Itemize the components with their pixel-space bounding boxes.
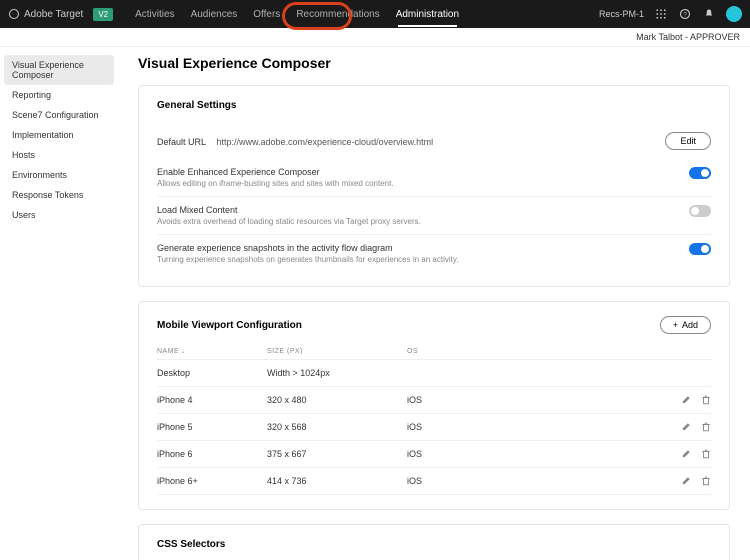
setting-label: Enable Enhanced Experience Composer: [157, 167, 679, 177]
viewport-os: iOS: [407, 395, 507, 405]
setting-toggle[interactable]: [689, 243, 711, 255]
setting-sub: Allows editing on iframe-busting sites a…: [157, 179, 679, 188]
delete-icon[interactable]: [701, 395, 711, 405]
viewport-size: 375 x 667: [267, 449, 407, 459]
setting-toggle[interactable]: [689, 205, 711, 217]
setting-row: Generate experience snapshots in the act…: [157, 234, 711, 272]
viewport-os: iOS: [407, 422, 507, 432]
workspace-label[interactable]: Recs-PM-1: [599, 9, 644, 19]
delete-icon[interactable]: [701, 476, 711, 486]
bell-icon[interactable]: [702, 7, 716, 21]
sidebar-item-hosts[interactable]: Hosts: [4, 145, 114, 165]
viewport-os: iOS: [407, 449, 507, 459]
nav-tab-audiences[interactable]: Audiences: [183, 2, 246, 27]
viewport-row: iPhone 5320 x 568iOS: [157, 414, 711, 441]
sidebar-item-visual-experience-composer[interactable]: Visual Experience Composer: [4, 55, 114, 85]
help-icon[interactable]: ?: [678, 7, 692, 21]
setting-toggle[interactable]: [689, 167, 711, 179]
sidebar-item-environments[interactable]: Environments: [4, 165, 114, 185]
setting-label: Generate experience snapshots in the act…: [157, 243, 679, 253]
edit-button[interactable]: Edit: [665, 132, 711, 150]
viewport-row: iPhone 6375 x 667iOS: [157, 441, 711, 468]
viewport-size: Width > 1024px: [267, 368, 407, 378]
user-avatar[interactable]: [726, 6, 742, 22]
edit-icon[interactable]: [681, 449, 691, 459]
sidebar-item-implementation[interactable]: Implementation: [4, 125, 114, 145]
setting-sub: Turning experience snapshots on generate…: [157, 255, 679, 264]
css-selectors-card: CSS Selectors Use element IDsDisable if …: [138, 524, 730, 560]
top-right-controls: Recs-PM-1 ?: [599, 6, 742, 22]
delete-icon[interactable]: [701, 449, 711, 459]
adobe-icon: [8, 8, 20, 20]
default-url-label: Default URL: [157, 137, 206, 147]
top-nav: Adobe Target V2 ActivitiesAudiencesOffer…: [0, 0, 750, 28]
setting-label: Load Mixed Content: [157, 205, 679, 215]
css-selectors-title: CSS Selectors: [157, 539, 711, 550]
nav-tab-recommendations[interactable]: Recommendations: [288, 2, 387, 27]
viewport-card: Mobile Viewport Configuration +Add NAME↓…: [138, 301, 730, 510]
plus-icon: +: [673, 320, 678, 330]
viewport-os: iOS: [407, 476, 507, 486]
svg-text:?: ?: [683, 12, 687, 18]
viewport-name: Desktop: [157, 368, 267, 378]
viewport-table-header: NAME↓ SIZE (PX) OS: [157, 344, 711, 360]
user-line: Mark Talbot - APPROVER: [0, 28, 750, 47]
viewport-row: iPhone 6+414 x 736iOS: [157, 468, 711, 495]
viewport-row: iPhone 4320 x 480iOS: [157, 387, 711, 414]
sidebar-item-response-tokens[interactable]: Response Tokens: [4, 185, 114, 205]
edit-icon[interactable]: [681, 422, 691, 432]
viewport-name: iPhone 6+: [157, 476, 267, 486]
viewport-size: 320 x 480: [267, 395, 407, 405]
viewport-size: 414 x 736: [267, 476, 407, 486]
add-viewport-button[interactable]: +Add: [660, 316, 711, 334]
sidebar-item-reporting[interactable]: Reporting: [4, 85, 114, 105]
viewport-name: iPhone 4: [157, 395, 267, 405]
brand-name: Adobe Target: [24, 9, 83, 20]
general-settings-card: General Settings Default URL http://www.…: [138, 85, 730, 287]
sidebar-item-users[interactable]: Users: [4, 205, 114, 225]
viewport-size: 320 x 568: [267, 422, 407, 432]
viewport-row: DesktopWidth > 1024px: [157, 360, 711, 387]
sort-icon[interactable]: ↓: [181, 348, 185, 355]
edit-icon[interactable]: [681, 395, 691, 405]
general-settings-title: General Settings: [157, 100, 711, 111]
nav-tab-activities[interactable]: Activities: [127, 2, 182, 27]
setting-row: Load Mixed Content Avoids extra overhead …: [157, 196, 711, 234]
nav-tab-administration[interactable]: Administration: [388, 2, 467, 27]
edit-icon[interactable]: [681, 476, 691, 486]
apps-icon[interactable]: [654, 7, 668, 21]
delete-icon[interactable]: [701, 422, 711, 432]
main-layout: Visual Experience ComposerReportingScene…: [0, 47, 750, 560]
brand-logo: Adobe Target V2: [8, 8, 113, 21]
nav-tabs: ActivitiesAudiencesOffersRecommendations…: [127, 2, 467, 27]
version-badge: V2: [93, 8, 113, 21]
sidebar: Visual Experience ComposerReportingScene…: [0, 47, 118, 560]
default-url-row: Default URL http://www.adobe.com/experie…: [157, 123, 711, 158]
setting-row: Enable Enhanced Experience Composer Allow…: [157, 158, 711, 196]
page-title: Visual Experience Composer: [138, 55, 730, 71]
sidebar-item-scene7-configuration[interactable]: Scene7 Configuration: [4, 105, 114, 125]
viewport-name: iPhone 6: [157, 449, 267, 459]
default-url-value: http://www.adobe.com/experience-cloud/ov…: [216, 137, 433, 147]
viewport-title: Mobile Viewport Configuration: [157, 320, 302, 331]
viewport-name: iPhone 5: [157, 422, 267, 432]
setting-sub: Avoids extra overhead of loading static …: [157, 217, 679, 226]
nav-tab-offers[interactable]: Offers: [245, 2, 288, 27]
content-area: Visual Experience Composer General Setti…: [118, 47, 750, 560]
